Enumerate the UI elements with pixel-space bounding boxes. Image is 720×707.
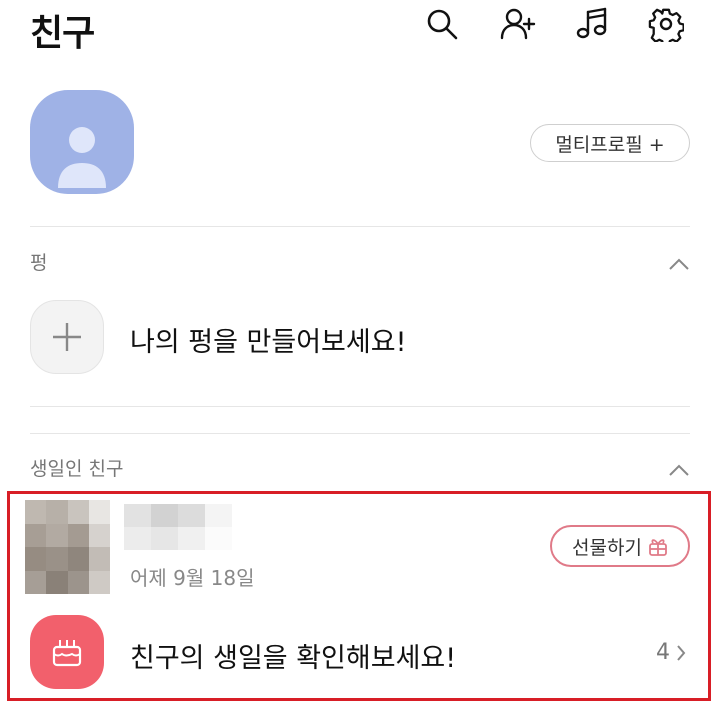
divider — [30, 433, 690, 434]
multi-profile-button[interactable]: 멀티프로필 + — [530, 124, 690, 162]
birthday-count[interactable]: 4 — [656, 640, 686, 665]
search-icon[interactable] — [422, 4, 462, 44]
cake-icon — [52, 640, 82, 667]
chevron-up-icon[interactable] — [668, 463, 690, 477]
friend-name-blurred — [124, 504, 232, 550]
gift-icon — [649, 539, 667, 556]
divider — [30, 406, 690, 407]
music-icon[interactable] — [572, 4, 612, 44]
gift-label: 선물하기 — [572, 536, 642, 559]
chevron-right-icon — [677, 644, 686, 661]
create-pung-text[interactable]: 나의 펑을 만들어보세요! — [130, 320, 406, 359]
divider — [30, 226, 690, 227]
add-pung-button[interactable] — [30, 300, 104, 374]
friend-avatar-blurred[interactable] — [25, 500, 110, 594]
gift-button[interactable]: 선물하기 — [550, 525, 690, 567]
chevron-up-icon[interactable] — [668, 257, 690, 271]
birthday-cake-icon[interactable] — [30, 615, 104, 689]
add-friend-icon[interactable] — [498, 4, 538, 44]
page-title: 친구 — [30, 13, 95, 54]
person-icon — [58, 127, 106, 188]
check-birthday-text[interactable]: 친구의 생일을 확인해보세요! — [130, 636, 456, 675]
birthday-date: 어제 9월 18일 — [130, 566, 255, 590]
settings-icon[interactable] — [646, 4, 686, 44]
section-label-pung: 펑 — [30, 252, 48, 274]
plus-icon — [53, 323, 81, 351]
birthday-count-value: 4 — [656, 640, 670, 665]
section-label-birthday: 생일인 친구 — [30, 458, 124, 480]
avatar[interactable] — [30, 90, 134, 194]
